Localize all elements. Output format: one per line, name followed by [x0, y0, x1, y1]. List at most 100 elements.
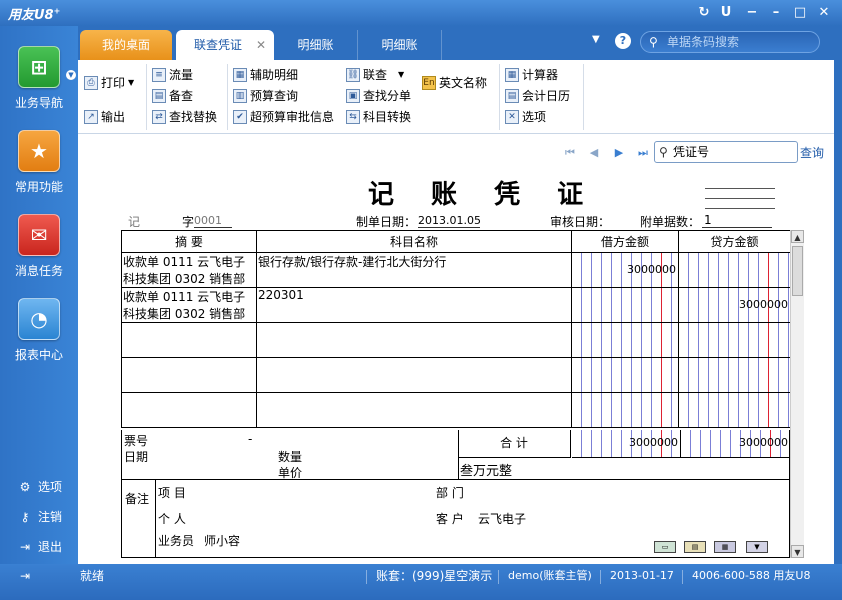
- link-query-button[interactable]: ⛓ 联查 ▼: [346, 66, 404, 83]
- convert-icon: ⇆: [346, 109, 360, 124]
- calendar-button[interactable]: ▤ 会计日历: [505, 87, 570, 104]
- find-entry-button[interactable]: ▣ 查找分单: [346, 87, 411, 104]
- scroll-up-icon[interactable]: ▲: [791, 230, 804, 243]
- prev-record-button[interactable]: ◀: [586, 146, 602, 160]
- calendar-icon: ▤: [505, 88, 519, 103]
- refresh-icon[interactable]: ↻: [694, 3, 714, 23]
- scroll-thumb[interactable]: [792, 246, 803, 296]
- summary-cell[interactable]: [121, 322, 257, 358]
- help-icon[interactable]: ?: [615, 33, 631, 49]
- scroll-down-icon[interactable]: ▼: [791, 545, 804, 558]
- output-button[interactable]: ↗ 输出: [84, 108, 125, 125]
- minimize-icon[interactable]: −: [742, 3, 762, 23]
- total-debit: 3000000: [572, 430, 680, 458]
- attachment-icon[interactable]: ▭: [654, 541, 676, 553]
- account-cell[interactable]: 银行存款/银行存款-建行北大街分行: [256, 252, 572, 288]
- gear-icon: ⚙: [19, 479, 31, 494]
- detail-icon: ▦: [233, 67, 247, 82]
- voucher-number-search[interactable]: ⚲ 凭证号: [654, 141, 798, 163]
- subject-convert-button[interactable]: ⇆ 科目转换: [346, 108, 411, 125]
- last-record-button[interactable]: ⏭: [635, 146, 651, 160]
- star-icon: ★: [18, 130, 60, 172]
- summary-cell[interactable]: 收款单 0111 云飞电子科技集团 0302 销售部: [121, 287, 257, 323]
- account-cell[interactable]: 220301: [256, 287, 572, 323]
- barcode-search-input[interactable]: ⚲ 单据条码搜索: [640, 31, 820, 53]
- toolbar-separator: [146, 64, 147, 130]
- voucher-footer: 票号 - 日期 数量 单价 合 计 3000000 3000000 叁万元整: [121, 430, 790, 480]
- budget-query-button[interactable]: ▥ 预算查询: [233, 87, 298, 104]
- credit-cell[interactable]: [678, 392, 791, 428]
- backup-button[interactable]: ▤ 备查: [152, 87, 193, 104]
- query-button[interactable]: 查询: [800, 144, 824, 161]
- toolbar-separator: [583, 64, 584, 130]
- aux-detail-button[interactable]: ▦ 辅助明细: [233, 66, 298, 83]
- next-record-button[interactable]: ▶: [611, 146, 627, 160]
- salesman-value[interactable]: 师小容: [204, 532, 240, 549]
- sidebar-logout[interactable]: ⚷ 注销: [18, 508, 62, 525]
- first-record-button[interactable]: ⏮: [562, 146, 578, 160]
- maximize-icon[interactable]: □: [790, 3, 810, 23]
- voucher-type[interactable]: 记: [128, 213, 170, 231]
- nav-messages[interactable]: ✉ 消息任务: [0, 214, 78, 279]
- voucher-number[interactable]: 0001: [194, 213, 232, 228]
- dept-label: 部 门: [436, 486, 464, 500]
- list-icon[interactable]: ▦: [714, 541, 736, 553]
- account-cell[interactable]: [256, 357, 572, 393]
- tab-ledger-2[interactable]: 明细账: [358, 30, 442, 60]
- credit-cell[interactable]: 3000000: [678, 287, 791, 323]
- collapse-icon[interactable]: ⇥: [20, 564, 30, 600]
- expand-icon[interactable]: ▼: [746, 541, 768, 553]
- debit-cell[interactable]: [571, 392, 679, 428]
- status-bar: ⇥ 就绪 账套：(999)星空演示 demo(账套主管) 2013-01-17 …: [0, 564, 842, 600]
- close-icon[interactable]: ✕: [814, 3, 834, 23]
- flow-button[interactable]: ≡ 流量: [152, 66, 193, 83]
- sidebar-options[interactable]: ⚙ 选项: [18, 478, 62, 495]
- print-button[interactable]: ⎙ 打印 ▼: [84, 74, 134, 91]
- debit-cell[interactable]: [571, 322, 679, 358]
- audit-date-label: 审核日期：: [550, 215, 611, 229]
- debit-cell[interactable]: [571, 287, 679, 323]
- summary-cell[interactable]: [121, 392, 257, 428]
- account-cell[interactable]: [256, 392, 572, 428]
- find-replace-button[interactable]: ⇄ 查找替换: [152, 108, 217, 125]
- ticket-label: 票号: [124, 434, 149, 448]
- col-debit: 借方金额: [571, 230, 679, 253]
- nav-reports[interactable]: ◔ 报表中心: [0, 298, 78, 363]
- mail-icon: ✉: [18, 214, 60, 256]
- chevron-down-icon[interactable]: ▼: [66, 70, 76, 80]
- close-tab-icon[interactable]: ✕: [256, 30, 266, 60]
- tab-my-desktop[interactable]: 我的桌面: [80, 30, 172, 60]
- col-summary: 摘 要: [121, 230, 257, 253]
- over-budget-button[interactable]: ✔ 超预算审批信息: [233, 108, 334, 125]
- en-name-button[interactable]: En 英文名称: [422, 74, 487, 91]
- ticket-value[interactable]: -: [248, 432, 252, 446]
- options-button[interactable]: ✕ 选项: [505, 108, 546, 125]
- credit-cell[interactable]: [678, 252, 791, 288]
- cash-icon[interactable]: ▤: [684, 541, 706, 553]
- credit-cell[interactable]: [678, 322, 791, 358]
- restore-icon[interactable]: –: [766, 3, 786, 23]
- nav-common[interactable]: ★ 常用功能: [0, 130, 78, 195]
- toolbar: ⎙ 打印 ▼ ↗ 输出 ≡ 流量 ▤ 备查 ⇄ 查找替换 ▦ 辅助明细 ▥ 预算查询 ✔ 超预算审…: [78, 60, 834, 134]
- tab-menu-icon[interactable]: ▼: [592, 34, 600, 45]
- nav-business[interactable]: ⊞ 业务导航: [0, 46, 78, 111]
- sidebar-exit[interactable]: ⇥ 退出: [18, 538, 62, 555]
- status-date: 2013-01-17: [610, 569, 674, 582]
- calculator-icon: ▦: [505, 67, 519, 82]
- voucher-date[interactable]: 2013.01.05: [418, 213, 481, 228]
- tab-ledger-1[interactable]: 明细账: [274, 30, 358, 60]
- tab-voucher-query[interactable]: 联查凭证 ✕: [176, 30, 274, 60]
- attach-count[interactable]: 1: [702, 213, 772, 228]
- debit-cell[interactable]: 3000000: [571, 252, 679, 288]
- customer-value[interactable]: 云飞电子: [478, 510, 526, 527]
- summary-cell[interactable]: [121, 357, 257, 393]
- date-label: 制单日期：: [356, 215, 417, 229]
- vertical-scrollbar[interactable]: ▲ ▼: [790, 230, 804, 558]
- credit-cell[interactable]: [678, 357, 791, 393]
- debit-cell[interactable]: [571, 357, 679, 393]
- table-row: 收款单 0111 云飞电子科技集团 0302 销售部 220301 300000…: [121, 287, 791, 323]
- account-cell[interactable]: [256, 322, 572, 358]
- summary-cell[interactable]: 收款单 0111 云飞电子科技集团 0302 销售部: [121, 252, 257, 288]
- calculator-button[interactable]: ▦ 计算器: [505, 66, 558, 83]
- skin-icon[interactable]: U: [716, 3, 736, 23]
